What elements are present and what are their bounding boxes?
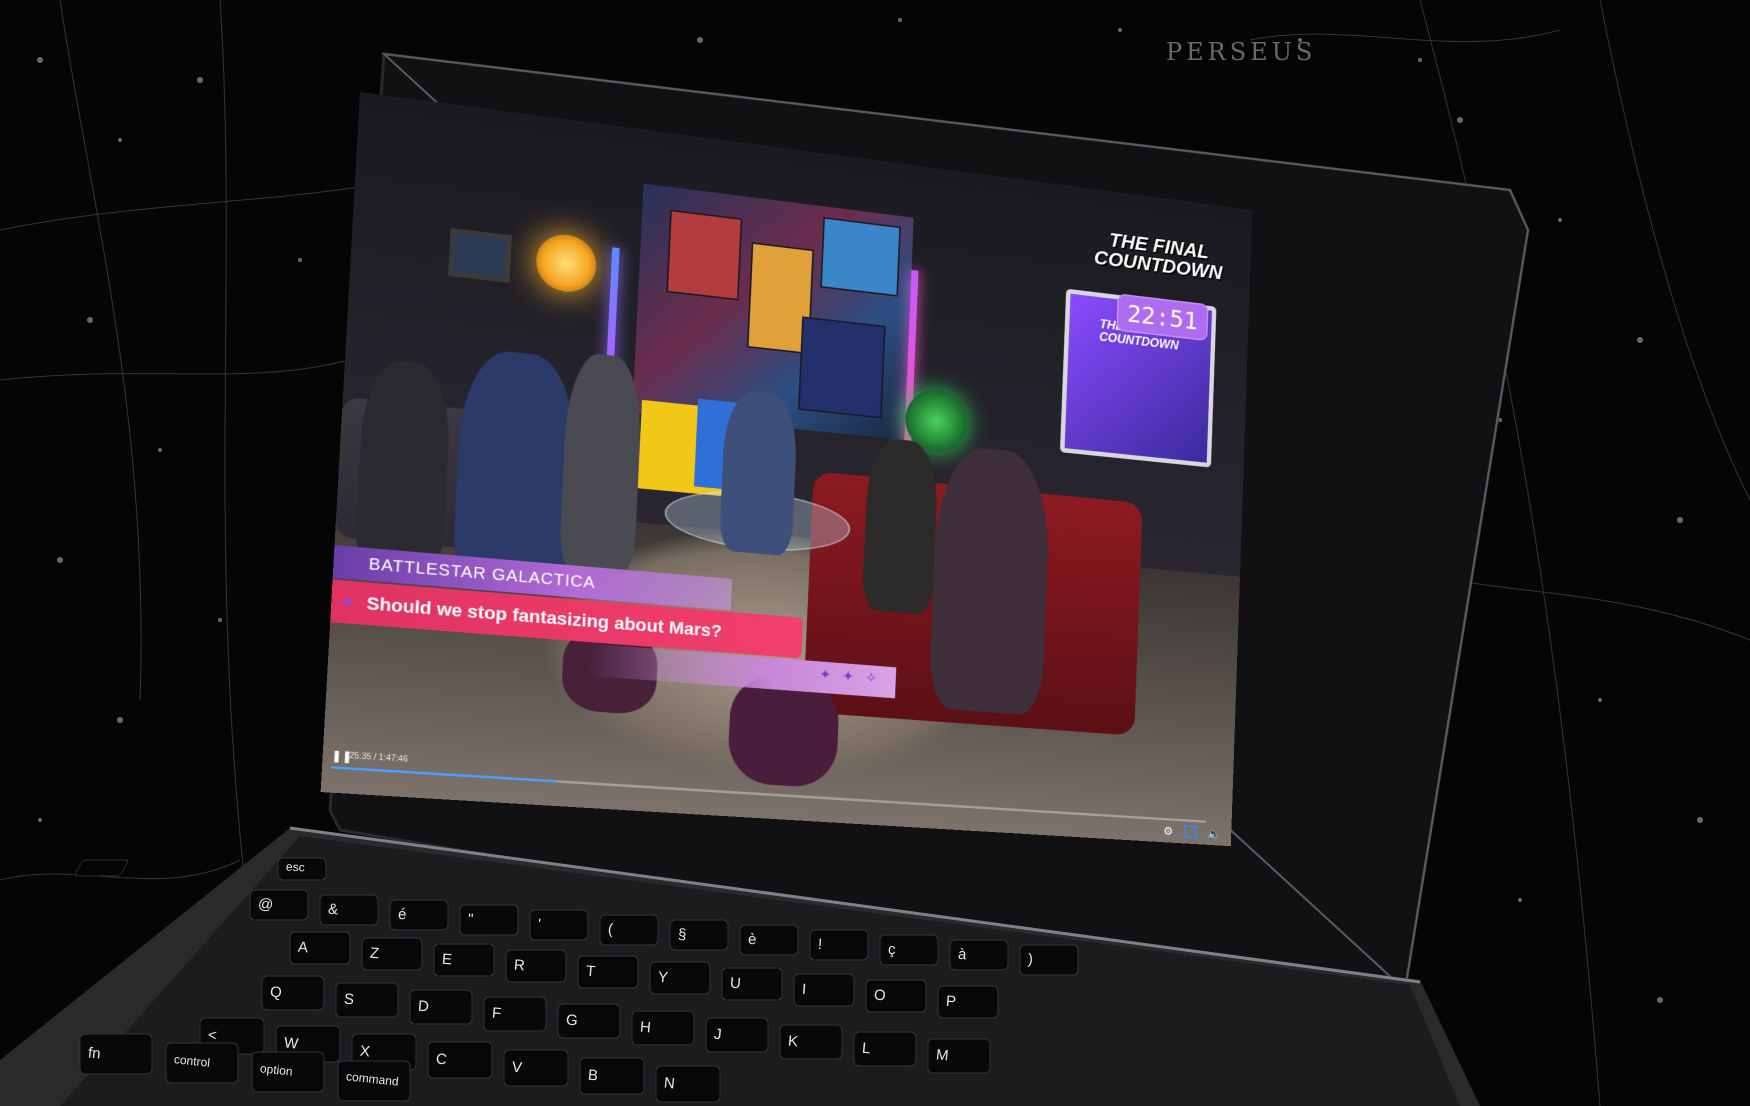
key-label: è <box>747 930 757 949</box>
key-label: P <box>945 992 957 1011</box>
video-player[interactable]: THE FINAL COUNTDOWN THE FINAL COUNTDOWN … <box>320 92 1253 847</box>
key-label: ç <box>887 940 897 959</box>
key-label: Q <box>269 983 283 1002</box>
player-right-controls: ⚙ 🔈 <box>1163 824 1221 841</box>
person-5 <box>861 436 940 616</box>
key-label: fn <box>87 1044 102 1063</box>
key-label: T <box>585 962 596 981</box>
retro-tv <box>448 227 512 283</box>
sparkle-icon: ✦ <box>339 591 356 613</box>
key-label: é <box>397 905 407 924</box>
key-label: V <box>511 1058 523 1077</box>
key-label: & <box>327 900 339 919</box>
key-label: L <box>861 1039 872 1058</box>
sparkles-icon: ✦ ✦ ✧ <box>818 666 881 688</box>
person-4 <box>718 388 799 557</box>
key-label: @ <box>257 895 274 914</box>
key-label: M <box>935 1046 950 1065</box>
key-label: S <box>343 990 355 1009</box>
volume-icon[interactable]: 🔈 <box>1207 827 1221 841</box>
key-label: Y <box>657 968 669 987</box>
key-label: < <box>207 1026 218 1045</box>
key-label: R <box>513 956 526 975</box>
gear-icon[interactable]: ⚙ <box>1163 824 1173 838</box>
key-label: W <box>283 1034 300 1053</box>
key-label: B <box>587 1066 599 1085</box>
key-label: à <box>957 945 967 964</box>
key-label: esc <box>285 859 306 875</box>
key-label: Z <box>369 944 380 963</box>
key-label: U <box>729 974 742 993</box>
key-label: A <box>297 938 309 957</box>
key-label: C <box>435 1050 448 1069</box>
picture-in-picture-icon[interactable] <box>1183 825 1198 839</box>
key-label: G <box>565 1011 579 1030</box>
key-label: H <box>639 1018 652 1037</box>
key-label: N <box>663 1074 676 1093</box>
key-label: O <box>873 986 887 1005</box>
playback-time: 25:35 / 1:47:46 <box>349 751 409 765</box>
key-label: E <box>441 950 453 969</box>
key-label: X <box>359 1042 371 1061</box>
key-label: K <box>787 1032 799 1051</box>
key-label: J <box>713 1025 723 1044</box>
progress-fill <box>330 766 557 783</box>
key-label: § <box>677 925 687 944</box>
key-label: D <box>417 997 430 1016</box>
key-label: F <box>491 1004 502 1023</box>
